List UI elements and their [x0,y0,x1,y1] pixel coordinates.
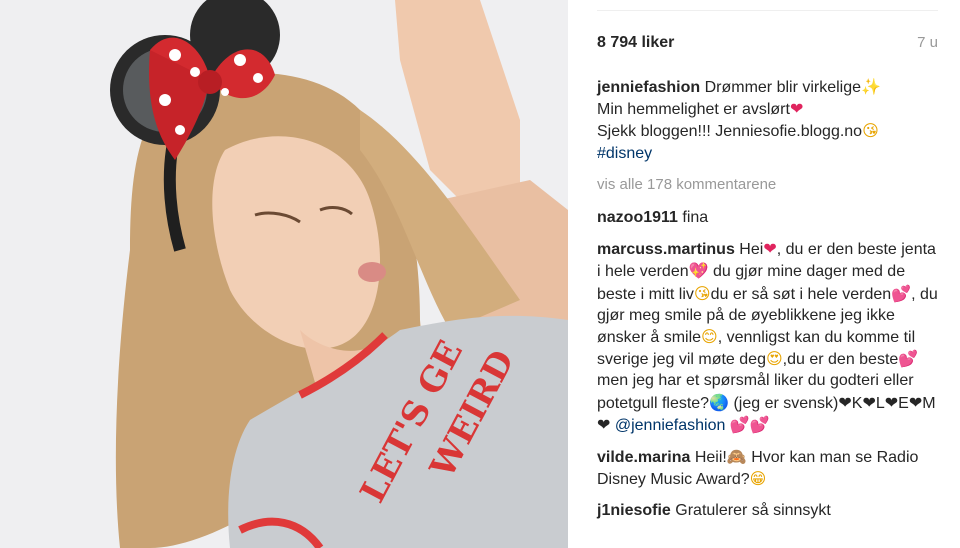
two-hearts-icon: 💕 [749,414,770,434]
heart-icon: ❤ [862,392,876,412]
heart-icon: ❤ [789,99,804,119]
monkey-icon: 🙈 [726,447,747,467]
comment-username[interactable]: vilde.marina [597,449,690,466]
caption: jenniefashion Drømmer blir virkelige✨ Mi… [597,76,942,164]
post-age[interactable]: 7 u [917,34,938,51]
grin-icon: 😁 [749,469,767,489]
heart-icon: ❤ [838,392,852,412]
mention-link[interactable]: @jenniefashion [615,417,726,434]
comment-username[interactable]: nazoo1911 [597,209,678,226]
sparkles-icon: ✨ [861,77,881,96]
comment-item: j1niesofie Gratulerer så sinnsykt [597,500,942,521]
comment-item: vilde.marina Heii!🙈 Hvor kan man se Radi… [597,446,942,490]
two-hearts-icon: 💕 [891,283,912,303]
globe-icon: 🌏 [709,392,729,412]
comment-text-part: du er så søt i hele verden [710,285,892,303]
comment-text-part: M [922,394,936,412]
comment-text-part: L [875,394,885,412]
comment-text-part: Hei [739,241,764,259]
comment-username[interactable]: j1niesofie [597,502,671,519]
heart-icon: ❤ [908,392,923,412]
two-hearts-icon: 💕 [729,414,750,434]
smile-icon: 😊 [701,327,718,347]
heart-icon: ❤ [884,392,899,412]
comment-username[interactable]: marcuss.martinus [597,241,735,258]
sparkling-heart-icon: 💖 [688,261,709,281]
comment-text-part: (jeg er svensk) [729,394,839,412]
comments-panel: 8 794 liker 7 u jenniefashion Drømmer bl… [568,0,960,548]
comment-item: nazoo1911 fina [597,207,942,228]
comment-item: marcuss.martinus Hei❤, du er den beste j… [597,238,942,436]
caption-line3: Sjekk bloggen!!! Jenniesofie.blogg.no [597,123,863,141]
comment-text-part: ,du er den beste [782,351,899,369]
likes-row: 8 794 liker 7 u [597,34,938,52]
kiss-icon: 😘 [862,121,879,141]
instagram-post: LET'S GE WEIRD 8 794 liker 7 u jenniefas… [0,0,960,548]
caption-username[interactable]: jenniefashion [597,79,700,96]
comment-list: jenniefashion Drømmer blir virkelige✨ Mi… [597,76,942,532]
comment-text-part: K [851,394,863,412]
post-photo[interactable]: LET'S GE WEIRD [0,0,568,548]
comment-text-part: Heii! [694,449,727,467]
two-hearts-icon: 💕 [898,349,919,369]
photo-illustration: LET'S GE WEIRD [0,0,568,548]
comment-text-part: E [898,394,909,412]
caption-line1: Drømmer blir virkelige [704,79,862,96]
hashtag-link[interactable]: #disney [597,145,652,162]
heart-icon: ❤ [597,414,611,434]
caption-line2: Min hemmelighet er avslørt [597,101,790,119]
divider [597,10,938,11]
view-all-comments-link[interactable]: vis alle 178 kommentarene [597,174,942,195]
comment-text: Gratulerer så sinnsykt [675,502,831,520]
comment-text: fina [682,209,709,227]
heart-eyes-icon: 😍 [765,349,783,369]
heart-icon: ❤ [763,239,777,259]
likes-count[interactable]: 8 794 liker [597,34,674,52]
kiss-icon: 😘 [693,283,711,303]
